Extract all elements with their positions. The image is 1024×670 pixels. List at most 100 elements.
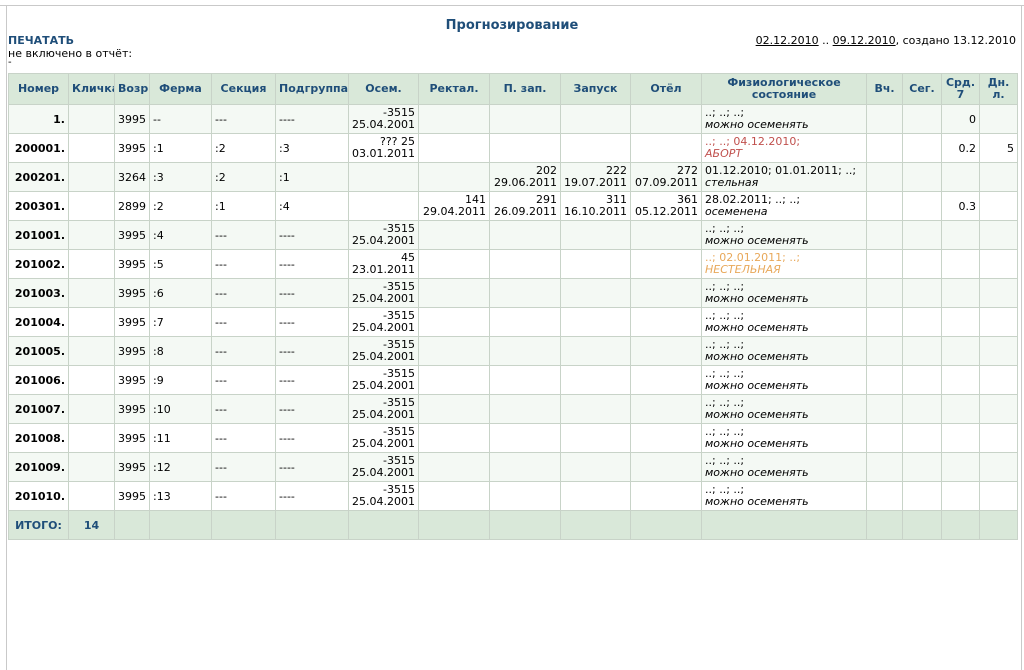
- col-header-avg7[interactable]: Срд. 7: [941, 73, 980, 105]
- cell-days-lactation: [979, 481, 1018, 511]
- cell-insemination: -3515 25.04.2001: [348, 104, 419, 134]
- state-status: осеменена: [705, 205, 768, 218]
- col-header-farm[interactable]: Ферма: [149, 73, 212, 105]
- cell-section: ---: [211, 249, 276, 279]
- cell-age: 3995: [114, 336, 150, 366]
- table-row[interactable]: 200001. 3995:1:2:3??? 25 03.01.2011 ..; ..;…: [8, 133, 1018, 163]
- table-row[interactable]: 201009. 3995:12 --- ---- -3515 25.04.2001..; …: [8, 452, 1018, 482]
- cell-insemination-date: 03.01.2011: [352, 147, 415, 160]
- table-row[interactable]: 201003. 3995:6 --- ---- -3515 25.04.2001..; .…: [8, 278, 1018, 308]
- cell-number[interactable]: 200301.: [8, 191, 69, 221]
- cell-physiological-state: ..; ..; 04.12.2010; АБОРТ: [701, 133, 867, 163]
- table-row[interactable]: 201001. 3995:4 --- ---- -3515 25.04.2001..; .…: [8, 220, 1018, 250]
- cell-avg7: [941, 220, 980, 250]
- cell-pzap-date: 29.06.2011: [494, 176, 557, 189]
- col-header-physiological-state[interactable]: Физиологическое состояние: [701, 73, 867, 105]
- cell-seg: [902, 452, 942, 482]
- col-header-insemination[interactable]: Осем.: [348, 73, 419, 105]
- cell-pzap: [489, 336, 561, 366]
- cell-name: [68, 249, 115, 279]
- col-header-seg[interactable]: Сег.: [902, 73, 942, 105]
- cell-dryoff: [560, 452, 631, 482]
- col-header-vch[interactable]: Вч.: [866, 73, 903, 105]
- cell-pzap: 291 26.09.2011: [489, 191, 561, 221]
- cell-seg: [902, 133, 942, 163]
- cell-section: ---: [211, 336, 276, 366]
- cell-subgroup: ----: [275, 423, 349, 453]
- cell-number[interactable]: 200201.: [8, 162, 69, 192]
- cell-number[interactable]: 201008.: [8, 423, 69, 453]
- cell-vch: [866, 394, 903, 424]
- cell-insemination: ??? 25 03.01.2011: [348, 133, 419, 163]
- cell-number[interactable]: 201007.: [8, 394, 69, 424]
- cell-insemination-date: 25.04.2001: [352, 292, 415, 305]
- col-header-days-lactation[interactable]: Дн. л.: [979, 73, 1018, 105]
- cell-seg: [902, 191, 942, 221]
- table-row[interactable]: 201007. 3995:10 --- ---- -3515 25.04.2001..; …: [8, 394, 1018, 424]
- cell-calving: [630, 365, 702, 395]
- cell-rectal: [418, 336, 490, 366]
- cell-number[interactable]: 201010.: [8, 481, 69, 511]
- table-row[interactable]: 200201. 3264:3:2:1 202 29.06.2011 222 19.07.2…: [8, 162, 1018, 192]
- cell-vch: [866, 191, 903, 221]
- cell-insemination-date: 25.04.2001: [352, 466, 415, 479]
- cell-dryoff: [560, 220, 631, 250]
- cell-number[interactable]: 201006.: [8, 365, 69, 395]
- cell-farm: :13: [149, 481, 212, 511]
- cell-subgroup: :3: [275, 133, 349, 163]
- cell-vch: [866, 365, 903, 395]
- cell-number[interactable]: 201003.: [8, 278, 69, 308]
- col-header-calving[interactable]: Отёл: [630, 73, 702, 105]
- col-header-name[interactable]: Кличка: [68, 73, 115, 105]
- table-row[interactable]: 200301. 2899:2:1:4 141 29.04.2011 291 26.09.2…: [8, 191, 1018, 221]
- cell-age: 3995: [114, 452, 150, 482]
- forecast-table: Номер Кличка Возр. Ферма Секция Подгрупп…: [8, 73, 1018, 540]
- cell-physiological-state: ..; ..; ..; можно осеменять: [701, 278, 867, 308]
- cell-vch: [866, 336, 903, 366]
- cell-number[interactable]: 201005.: [8, 336, 69, 366]
- cell-number[interactable]: 201001.: [8, 220, 69, 250]
- total-empty: [489, 510, 561, 540]
- cell-number[interactable]: 200001.: [8, 133, 69, 163]
- print-link[interactable]: ПЕЧАТАТЬ: [8, 34, 74, 47]
- state-status: НЕСТЕЛЬНАЯ: [705, 263, 781, 276]
- date-to-link[interactable]: 09.12.2010: [833, 34, 896, 47]
- date-from-link[interactable]: 02.12.2010: [756, 34, 819, 47]
- col-header-section[interactable]: Секция: [211, 73, 276, 105]
- cell-rectal: 141 29.04.2011: [418, 191, 490, 221]
- col-header-pzap[interactable]: П. зап.: [489, 73, 561, 105]
- cell-seg: [902, 481, 942, 511]
- cell-number[interactable]: 1.: [8, 104, 69, 134]
- total-empty: [149, 510, 212, 540]
- col-header-rectal[interactable]: Ректал.: [418, 73, 490, 105]
- table-row[interactable]: 201005. 3995:8 --- ---- -3515 25.04.2001..; .…: [8, 336, 1018, 366]
- col-header-dryoff[interactable]: Запуск: [560, 73, 631, 105]
- cell-calving: [630, 133, 702, 163]
- cell-number[interactable]: 201004.: [8, 307, 69, 337]
- cell-insemination-date: 25.04.2001: [352, 495, 415, 508]
- cell-section: :1: [211, 191, 276, 221]
- cell-avg7: 0: [941, 104, 980, 134]
- cell-seg: [902, 249, 942, 279]
- cell-avg7: [941, 394, 980, 424]
- table-row[interactable]: 201004. 3995:7 --- ---- -3515 25.04.2001..; .…: [8, 307, 1018, 337]
- col-header-age[interactable]: Возр.: [114, 73, 150, 105]
- cell-age: 3995: [114, 133, 150, 163]
- cell-number[interactable]: 201009.: [8, 452, 69, 482]
- table-row[interactable]: 201002. 3995:5 --- ---- 45 23.01.2011..; 02.0…: [8, 249, 1018, 279]
- cell-number[interactable]: 201002.: [8, 249, 69, 279]
- cell-days-lactation: [979, 104, 1018, 134]
- table-row[interactable]: 201010. 3995:13 --- ---- -3515 25.04.2001..; …: [8, 481, 1018, 511]
- cell-calving: [630, 423, 702, 453]
- table-row[interactable]: 201008. 3995:11 --- ---- -3515 25.04.2001..; …: [8, 423, 1018, 453]
- cell-rectal: [418, 133, 490, 163]
- state-status: можно осеменять: [705, 466, 809, 479]
- table-row[interactable]: 201006. 3995:9 --- ---- -3515 25.04.2001..; .…: [8, 365, 1018, 395]
- cell-physiological-state: ..; ..; ..; можно осеменять: [701, 220, 867, 250]
- col-header-number[interactable]: Номер: [8, 73, 69, 105]
- cell-section: ---: [211, 423, 276, 453]
- cell-avg7: [941, 452, 980, 482]
- cell-vch: [866, 133, 903, 163]
- table-row[interactable]: 1. 3995 -- --- ---- -3515 25.04.2001..; ..; ..…: [8, 104, 1018, 134]
- col-header-subgroup[interactable]: Подгруппа: [275, 73, 349, 105]
